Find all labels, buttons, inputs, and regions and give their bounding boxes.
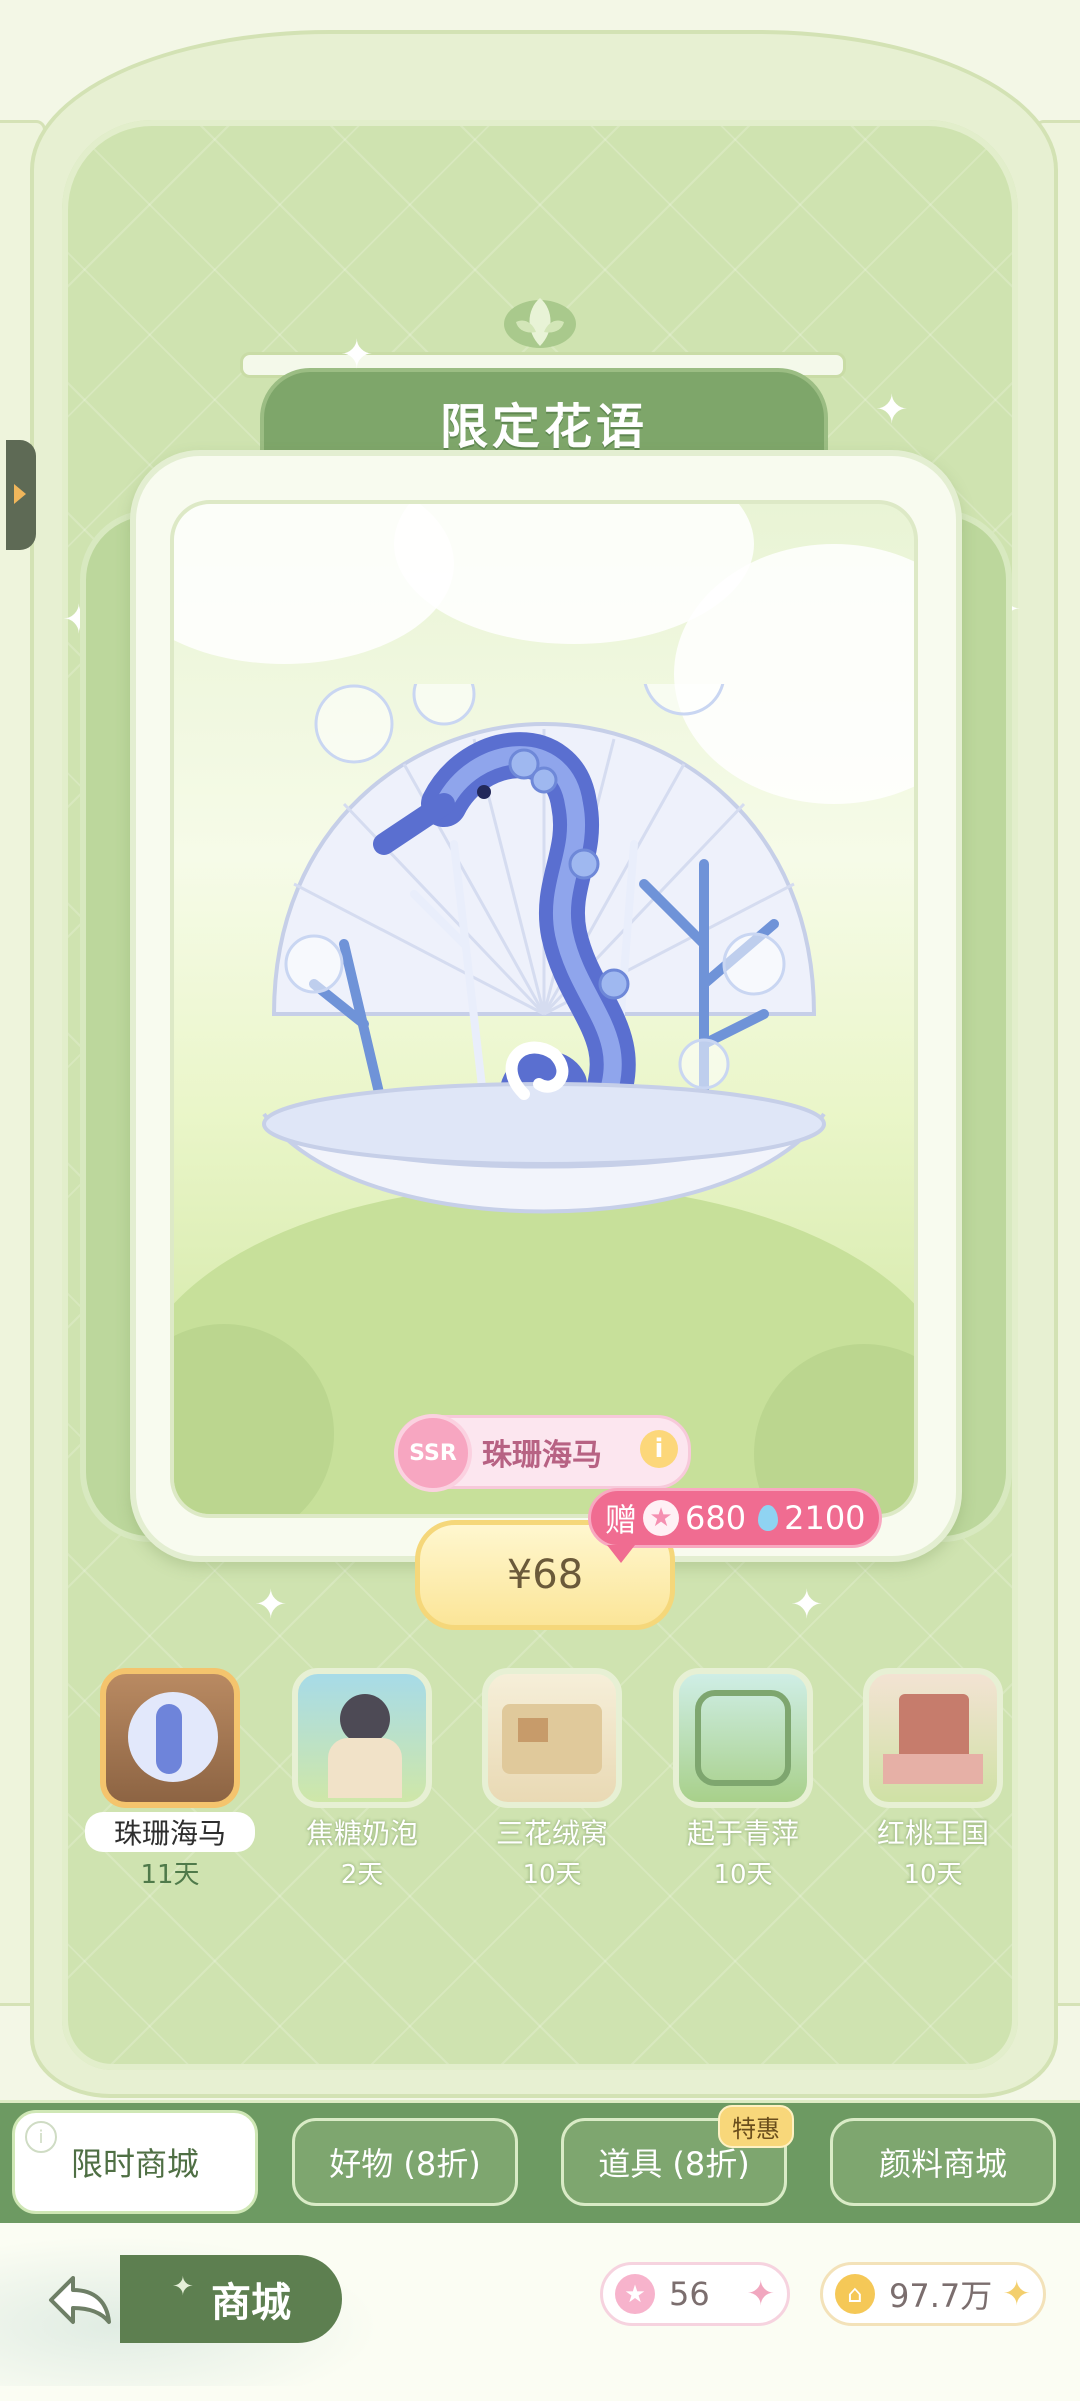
- gift-label: 赠: [605, 1501, 638, 1539]
- drop-icon: [758, 1505, 779, 1531]
- back-arrow-icon: [49, 2276, 111, 2324]
- thumbnail-days-left: 2天: [340, 1860, 384, 1890]
- tab-label: 颜料商城: [878, 2145, 1007, 2183]
- item-name-tag[interactable]: SSR 珠珊海马 i: [394, 1414, 691, 1492]
- plus-icon[interactable]: ✦: [747, 2274, 776, 2314]
- side-drawer-handle[interactable]: [6, 440, 36, 550]
- back-button[interactable]: [40, 2268, 120, 2332]
- page-title: 限定花语: [439, 399, 648, 455]
- title-banner: 限定花语: [240, 298, 846, 476]
- coin-icon: ⌂: [835, 2274, 875, 2314]
- star-currency[interactable]: ★ 56 ✦: [600, 2262, 790, 2326]
- featured-card[interactable]: [170, 500, 918, 1518]
- thumbnail-item[interactable]: 三花绒窝 10天: [477, 1668, 627, 1891]
- tab-label: 好物 (8折): [329, 2145, 481, 2183]
- thumbnail-item[interactable]: 红桃王国 10天: [858, 1668, 1008, 1891]
- thumbnail-days-left: 10天: [713, 1860, 773, 1890]
- thumbnail-name: 珠珊海马: [85, 1812, 255, 1852]
- item-carousel: 珠珊海马 11天 焦糖奶泡 2天 三花绒窝 10天 起于青萍 10天 红桃王国 …: [85, 1668, 1015, 1891]
- price-label: ¥68: [506, 1552, 584, 1598]
- tab-limited-shop[interactable]: i 限时商城: [12, 2110, 258, 2214]
- rarity-badge: SSR: [394, 1414, 472, 1492]
- plus-icon[interactable]: ✦: [1003, 2274, 1032, 2314]
- thumbnail-name: 起于青萍: [686, 1817, 799, 1850]
- thumbnail-image: [100, 1668, 240, 1808]
- info-icon[interactable]: i: [25, 2121, 57, 2153]
- leaf-icon: [504, 298, 576, 348]
- thumbnail-image: [292, 1668, 432, 1808]
- thumbnail-name: 红桃王国: [876, 1817, 989, 1850]
- thumbnail-image: [863, 1668, 1003, 1808]
- item-name: 珠珊海马: [482, 1438, 602, 1473]
- sparkle-icon: ✦: [340, 332, 374, 378]
- tab-paint-shop[interactable]: 颜料商城: [830, 2118, 1056, 2206]
- chevron-right-icon: [14, 484, 26, 504]
- thumbnail-item[interactable]: 起于青萍 10天: [668, 1668, 818, 1891]
- coin-currency-amount: 97.7万: [889, 2277, 993, 2315]
- sale-badge: 特惠: [718, 2105, 794, 2148]
- thumbnail-days-left: 10天: [522, 1860, 582, 1890]
- tab-label: 限时商城: [70, 2145, 199, 2183]
- gift-drop-amount: 2100: [784, 1499, 866, 1537]
- sparkle-icon: ✦: [790, 1582, 824, 1628]
- thumbnail-item[interactable]: 珠珊海马 11天: [85, 1668, 255, 1891]
- thumbnail-days-left: 10天: [903, 1860, 963, 1890]
- star-icon: ★: [643, 1500, 680, 1536]
- sparkle-icon: ✦: [172, 2272, 194, 2302]
- thumbnail-image: [482, 1668, 622, 1808]
- tab-goods[interactable]: 好物 (8折): [292, 2118, 518, 2206]
- info-icon[interactable]: i: [640, 1430, 678, 1468]
- gift-star-amount: 680: [685, 1499, 747, 1537]
- star-icon: ★: [615, 2274, 655, 2314]
- star-currency-amount: 56: [669, 2275, 710, 2313]
- store-title: 商城: [211, 2280, 291, 2326]
- thumbnail-days-left: 11天: [140, 1860, 200, 1890]
- seahorse-shell-artwork: [262, 684, 826, 1214]
- sparkle-icon: ✦: [875, 387, 909, 433]
- thumbnail-item[interactable]: 焦糖奶泡 2天: [287, 1668, 437, 1891]
- thumbnail-name: 焦糖奶泡: [305, 1817, 418, 1850]
- gift-bonus-tag: 赠 ★ 680 2100: [588, 1488, 882, 1563]
- thumbnail-name: 三花绒窝: [495, 1817, 608, 1850]
- tab-items[interactable]: 道具 (8折) 特惠: [561, 2105, 794, 2206]
- gift-tag-tail: [607, 1545, 635, 1563]
- sparkle-icon: ✦: [254, 1582, 288, 1628]
- store-title-plate: 商城: [120, 2255, 342, 2343]
- coin-currency[interactable]: ⌂ 97.7万 ✦: [820, 2262, 1046, 2326]
- thumbnail-image: [673, 1668, 813, 1808]
